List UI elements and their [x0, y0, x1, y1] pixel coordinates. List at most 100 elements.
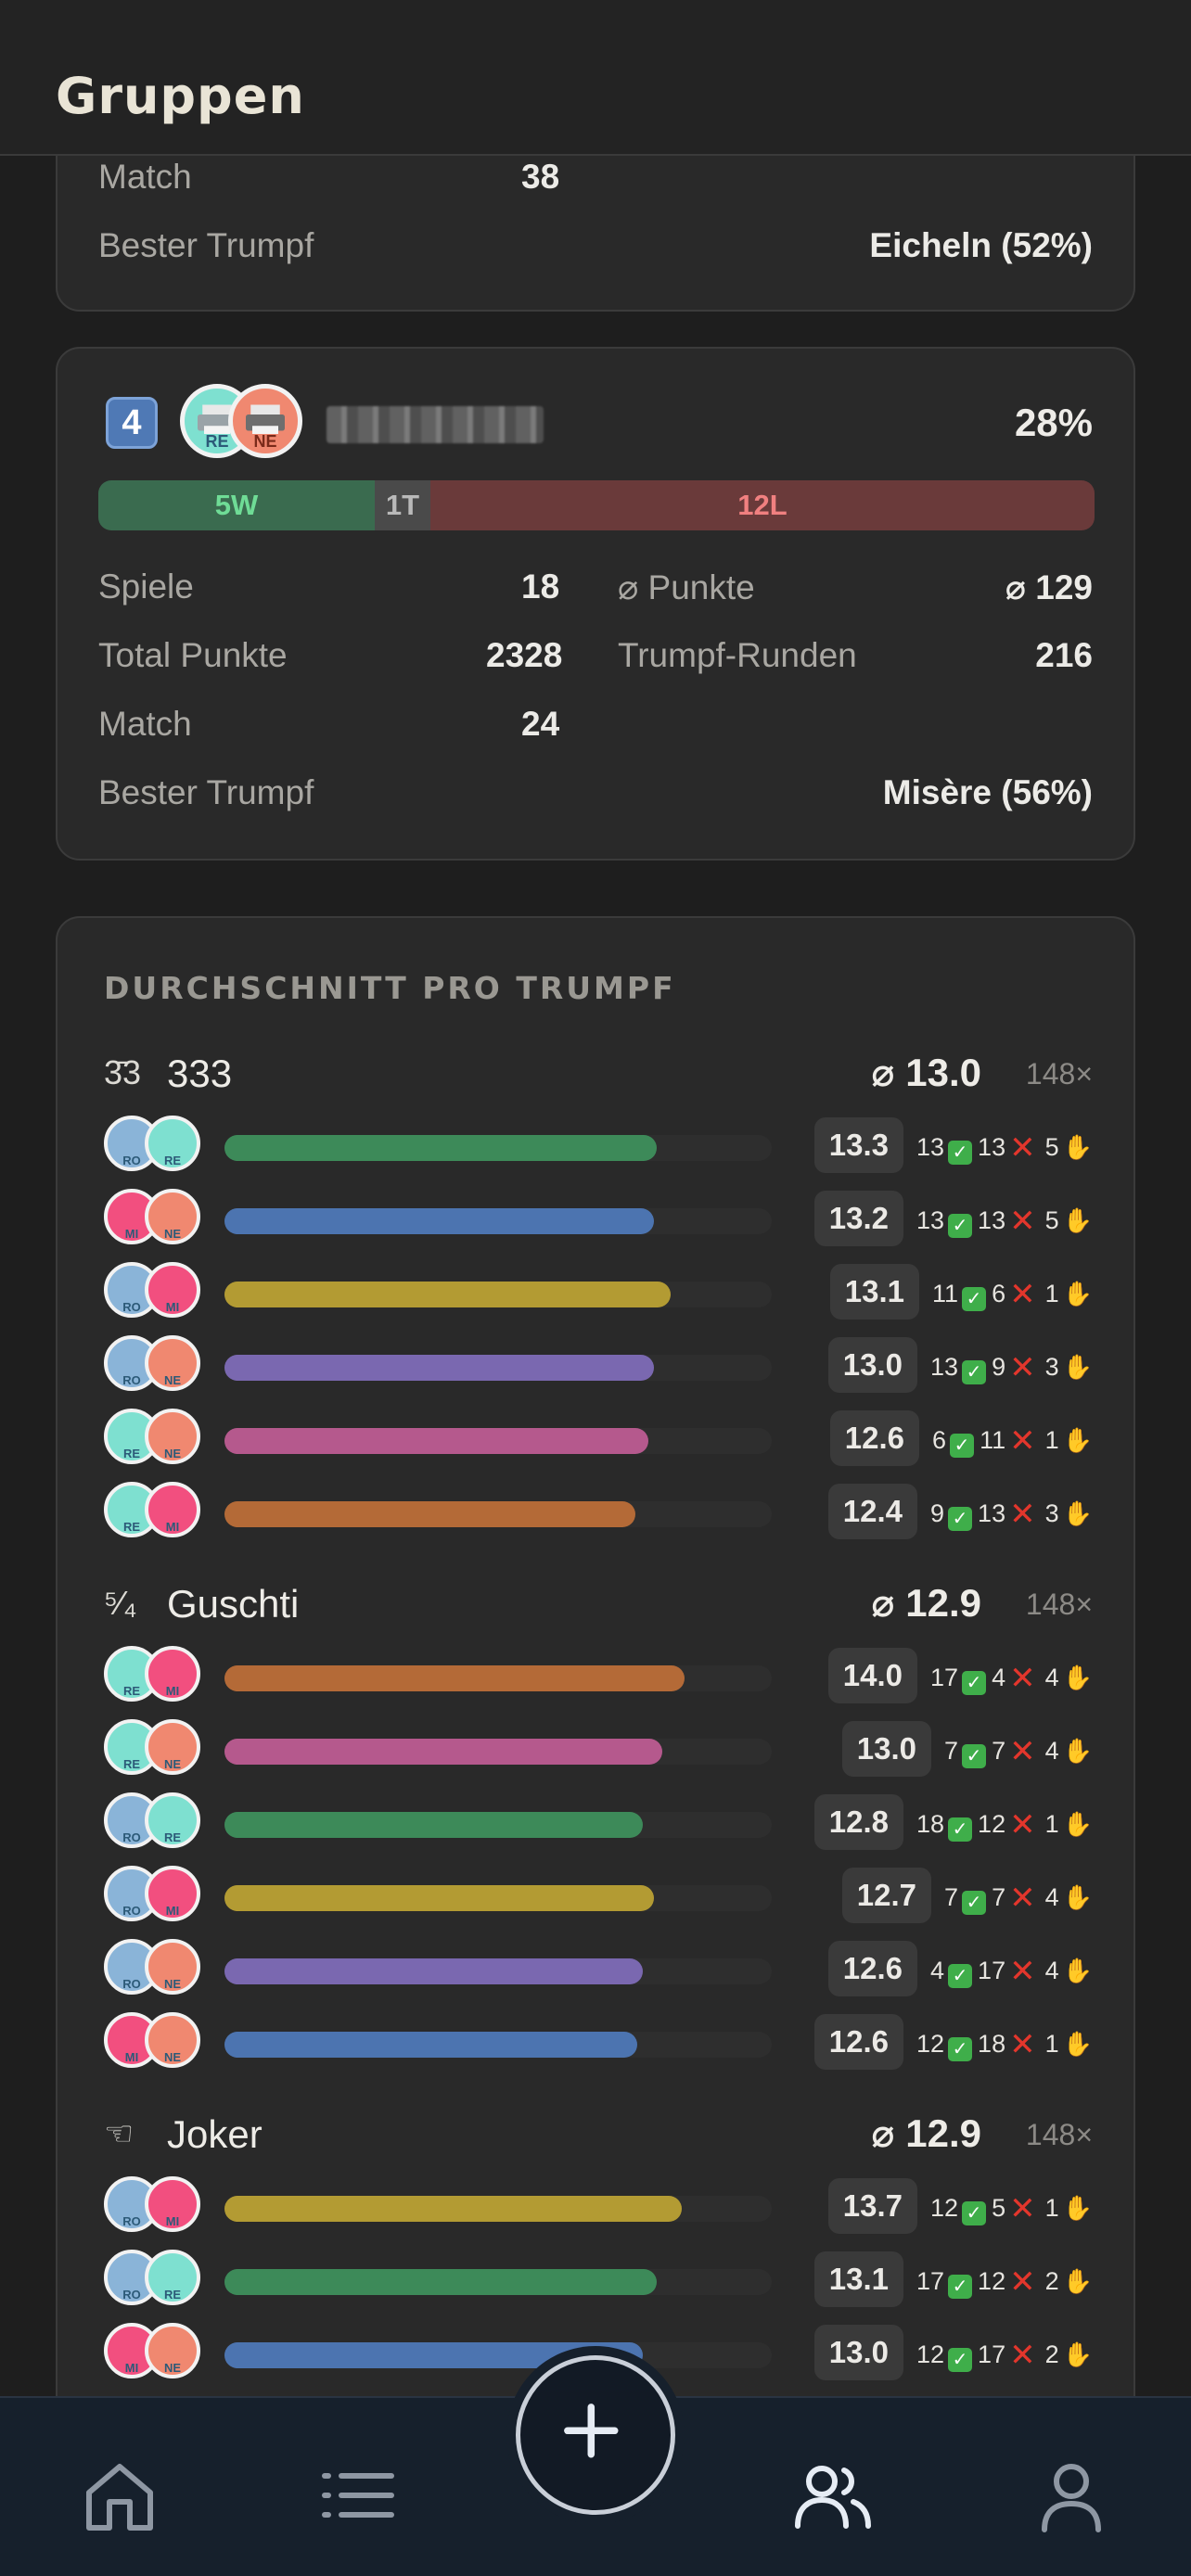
player-avatar: NE [145, 1409, 200, 1464]
pair-row: MI NE 12 ✓ 18 ✕ 1 ✋ 12.6 [104, 2009, 1093, 2074]
pair-row: RO RE 13 ✓ 13 ✕ 5 ✋ 13.3 [104, 1113, 1093, 1178]
wins-count: 11 [932, 1280, 959, 1307]
page-title: Gruppen [56, 67, 305, 125]
group-card[interactable]: 4 RE NE 28% 5W 1T 12L Spiele 18 ⌀ Punkte… [56, 347, 1135, 861]
result-counts: 7 ✓ 7 ✕ 4 ✋ [944, 1733, 1093, 1770]
pair-row: RE MI 9 ✓ 13 ✕ 3 ✋ 12.4 [104, 1479, 1093, 1544]
average-per-trump-card: DURCHSCHNITT PRO TRUMPF 3̄3 333 ⌀ 13.0 148×… [56, 916, 1135, 2493]
wins-count: 12 [916, 2030, 945, 2058]
player-avatar: RE [145, 2250, 200, 2305]
stat-label-trump-rounds: Trumpf-Runden [618, 636, 857, 674]
cross-icon: ✕ [1009, 1881, 1036, 1916]
cross-icon: ✕ [1009, 2191, 1036, 2226]
result-counts: 13 ✓ 13 ✕ 5 ✋ [916, 1203, 1093, 1240]
rank-badge: 4 [106, 397, 158, 449]
trump-count: 148× [1025, 2118, 1093, 2151]
score-bar-track [224, 2342, 772, 2368]
stat-label-best-trump: Bester Trumpf [98, 226, 314, 264]
handshake-icon: ✋ [1062, 1810, 1093, 1838]
wins-count: 17 [930, 1664, 959, 1691]
player-avatar: RE [145, 1116, 200, 1171]
stat-label-spiele: Spiele [98, 567, 194, 606]
score-bar-fill [224, 1812, 643, 1838]
player-avatar: NE [145, 1939, 200, 1995]
groups-icon [795, 2466, 871, 2529]
win-loss-bar: 5W 1T 12L [98, 480, 1095, 530]
stat-value-total-points: 2328 [486, 636, 563, 674]
trump-header: ⁵⁄₄ Guschti ⌀ 12.9 148× [104, 1578, 1093, 1634]
score-bar-fill [224, 1665, 685, 1691]
player-code: MI [165, 1684, 180, 1698]
pair-score: 13.1 [813, 2251, 903, 2307]
pair-score: 12.6 [829, 1410, 920, 1466]
wins-count: 7 [944, 1737, 959, 1765]
score-bar-track [224, 1885, 772, 1911]
win-percentage: 28% [1014, 401, 1093, 444]
stat-label-total-points: Total Punkte [98, 636, 288, 674]
pair-row: RE NE 6 ✓ 11 ✕ 1 ✋ 12.6 [104, 1406, 1093, 1471]
losses-count: 11 [980, 1426, 1006, 1454]
score-bar-track [224, 1665, 772, 1691]
check-icon: ✓ [962, 1671, 987, 1695]
player-code: NE [163, 1227, 182, 1241]
score-bar-track [224, 2032, 772, 2058]
player-avatar: MI [145, 1482, 200, 1537]
pair-row: RO RE 18 ✓ 12 ✕ 1 ✋ 12.8 [104, 1790, 1093, 1855]
losses-count: 5 [992, 2194, 1006, 2222]
trump-average: ⌀ 12.9 [871, 2111, 981, 2155]
player-code: NE [163, 1757, 182, 1771]
player-code: NE [163, 1977, 182, 1991]
score-bar-fill [224, 1428, 648, 1454]
ties-count: 2 [1044, 2340, 1059, 2368]
player-code: RE [163, 1830, 182, 1844]
result-counts: 11 ✓ 6 ✕ 1 ✋ [932, 1276, 1093, 1313]
check-icon: ✓ [962, 2201, 987, 2225]
player-code: RE [163, 1154, 182, 1167]
losses-count: 7 [992, 1737, 1006, 1765]
handshake-icon: ✋ [1062, 2194, 1093, 2222]
score-bar-track [224, 2269, 772, 2295]
score-bar-fill [224, 1135, 657, 1161]
nav-list[interactable] [315, 2454, 399, 2537]
result-counts: 18 ✓ 12 ✕ 1 ✋ [916, 1806, 1093, 1843]
player-avatar: NE [145, 1189, 200, 1244]
handshake-icon: ✋ [1062, 2267, 1093, 2295]
pair-row: RO MI 12 ✓ 5 ✕ 1 ✋ 13.7 [104, 2174, 1093, 2238]
ties-count: 4 [1044, 1957, 1059, 1984]
wins-count: 13 [916, 1133, 945, 1161]
pair-row: RO MI 11 ✓ 6 ✕ 1 ✋ 13.1 [104, 1259, 1093, 1324]
check-icon: ✓ [948, 2348, 973, 2372]
wins-segment: 5W [98, 480, 375, 530]
pair-score: 14.0 [827, 1648, 918, 1703]
list-icon [322, 2473, 394, 2518]
nav-groups[interactable] [790, 2454, 874, 2537]
wins-count: 4 [930, 1957, 945, 1984]
add-game-button[interactable] [516, 2355, 675, 2515]
score-bar-fill [224, 2269, 657, 2295]
result-counts: 6 ✓ 11 ✕ 1 ✋ [932, 1422, 1093, 1460]
handshake-icon: ✋ [1062, 2030, 1093, 2058]
nav-home[interactable] [78, 2454, 161, 2537]
plus-icon [564, 2404, 619, 2458]
ties-count: 3 [1044, 1353, 1059, 1381]
score-bar-fill [224, 1355, 654, 1381]
player-avatar: NE [145, 1335, 200, 1391]
ties-count: 1 [1044, 1426, 1059, 1454]
stat-value-spiele: 18 [521, 567, 560, 606]
pair-score: 13.2 [813, 1191, 903, 1246]
player-avatar: MI [145, 1866, 200, 1921]
cross-icon: ✕ [1009, 2338, 1036, 2373]
stat-label-match: Match [98, 158, 192, 196]
ties-count: 1 [1044, 1280, 1059, 1307]
player-code: NE [163, 2361, 182, 2375]
stat-label-match: Match [98, 705, 192, 743]
ties-count: 1 [1044, 1810, 1059, 1838]
pair-score: 13.0 [841, 1721, 932, 1777]
score-bar-track [224, 1739, 772, 1765]
handshake-icon: ✋ [1062, 1957, 1093, 1984]
nav-profile[interactable] [1030, 2454, 1113, 2537]
check-icon: ✓ [948, 2037, 973, 2061]
losses-count: 4 [992, 1664, 1006, 1691]
pair-row: MI NE 13 ✓ 13 ✕ 5 ✋ 13.2 [104, 1186, 1093, 1251]
ties-count: 5 [1044, 1206, 1059, 1234]
